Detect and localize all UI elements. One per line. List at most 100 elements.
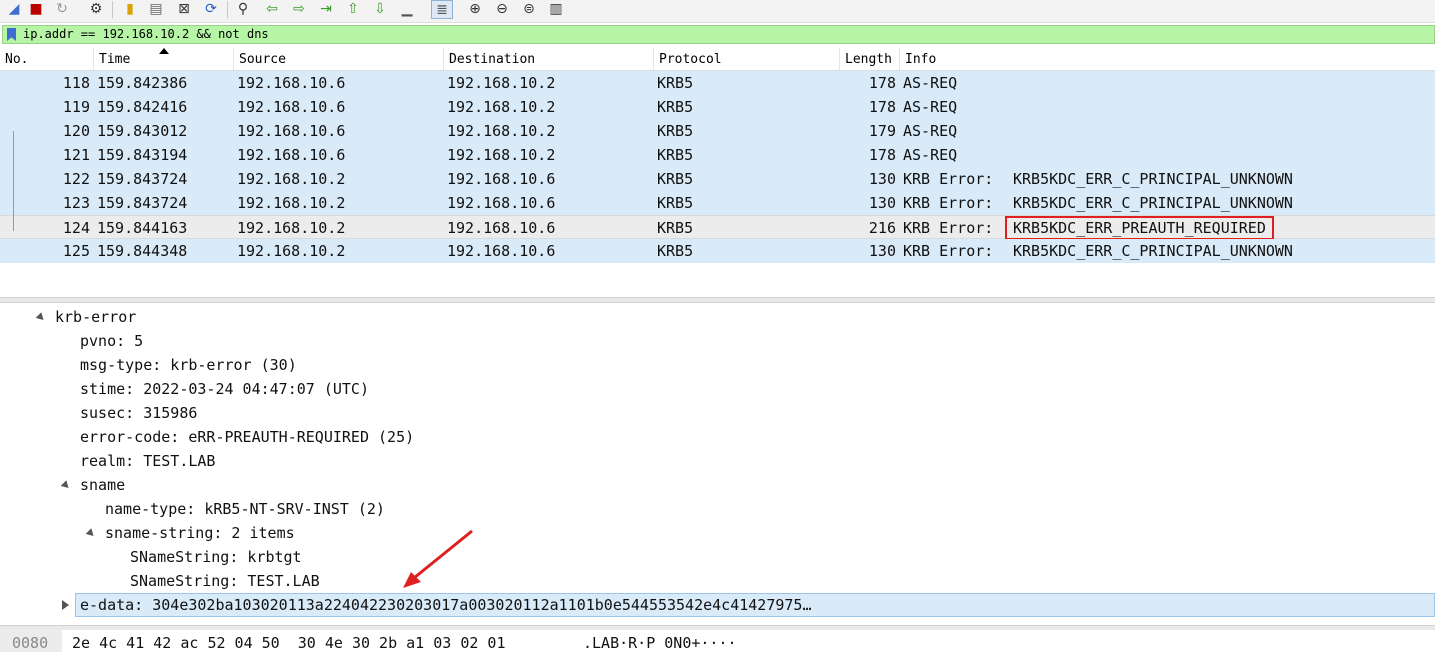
display-filter-input[interactable]: ip.addr == 192.168.10.2 && not dns	[23, 26, 269, 43]
cell-length: 130	[868, 170, 896, 188]
main-toolbar: ◢ ■ ↻ ⚙ ▮ ▤ ⊠ ⟳ ⚲ ⇦ ⇨ ⇥ ⇧ ⇩ ▁ ≣ ⊕ ⊖ ⊜ ▥	[0, 0, 1435, 23]
cell-destination: 192.168.10.6	[447, 219, 556, 237]
packet-list-header: No. Time Source Destination Protocol Len…	[0, 48, 1435, 71]
cell-destination: 192.168.10.6	[447, 194, 556, 212]
resize-columns-icon[interactable]: ▥	[546, 0, 566, 18]
restart-icon[interactable]: ↻	[52, 0, 72, 18]
forward-icon[interactable]: ⇨	[289, 0, 309, 18]
column-header-no[interactable]: No.	[0, 48, 94, 70]
cell-protocol: KRB5	[657, 146, 694, 164]
autoscroll-icon[interactable]: ▁	[397, 0, 417, 18]
cell-destination: 192.168.10.6	[447, 242, 556, 260]
tree-item-error-code[interactable]: error-code: eRR-PREAUTH-REQUIRED (25)	[80, 425, 414, 449]
cell-time: 159.844163	[97, 219, 188, 237]
cell-info: KRB Error:	[903, 219, 994, 237]
cell-length: 178	[868, 146, 896, 164]
tree-item-stime[interactable]: stime: 2022-03-24 04:47:07 (UTC)	[80, 377, 369, 401]
byte-ascii[interactable]: .LAB·R·P 0N0+····	[583, 630, 737, 652]
cell-protocol: KRB5	[657, 170, 694, 188]
tree-item-krb-error[interactable]: krb-error	[55, 305, 136, 329]
tree-item-realm[interactable]: realm: TEST.LAB	[80, 449, 215, 473]
cell-info: AS-REQ	[903, 146, 958, 164]
sort-ascending-icon	[159, 48, 169, 54]
column-header-length[interactable]: Length	[840, 48, 900, 70]
tree-item-name-type[interactable]: name-type: kRB5-NT-SRV-INST (2)	[105, 497, 385, 521]
tree-item-sname-string[interactable]: sname-string: 2 items	[105, 521, 295, 545]
column-header-source[interactable]: Source	[234, 48, 444, 70]
cell-no: 125	[62, 242, 90, 260]
cell-time: 159.842416	[97, 98, 188, 116]
last-packet-icon[interactable]: ⇩	[370, 0, 390, 18]
find-icon[interactable]: ⚲	[233, 0, 253, 18]
cell-length: 130	[868, 242, 896, 260]
pane-splitter[interactable]	[0, 297, 1435, 303]
first-packet-icon[interactable]: ⇧	[343, 0, 363, 18]
cell-length: 178	[868, 74, 896, 92]
expand-triangle-icon[interactable]	[85, 528, 97, 539]
cell-source: 192.168.10.6	[237, 122, 346, 140]
cell-destination: 192.168.10.2	[447, 122, 556, 140]
cell-protocol: KRB5	[657, 194, 694, 212]
cell-info-detail: KRB5KDC_ERR_C_PRINCIPAL_UNKNOWN	[1013, 242, 1293, 260]
tree-item-sname-string-1[interactable]: SNameString: krbtgt	[130, 545, 302, 569]
cell-source: 192.168.10.2	[237, 194, 346, 212]
packet-row[interactable]: 120 159.843012 192.168.10.6 192.168.10.2 KRB…	[0, 119, 1435, 143]
tree-item-sname-string-2[interactable]: SNameString: TEST.LAB	[130, 569, 320, 593]
zoom-out-icon[interactable]: ⊖	[492, 0, 512, 18]
packet-row[interactable]: 121 159.843194 192.168.10.6 192.168.10.2 KRB…	[0, 143, 1435, 167]
cell-protocol: KRB5	[657, 74, 694, 92]
display-filter-bar[interactable]: ip.addr == 192.168.10.2 && not dns	[2, 25, 1435, 44]
zoom-normal-icon[interactable]: ⊜	[519, 0, 539, 18]
highlighted-error-code: KRB5KDC_ERR_PREAUTH_REQUIRED	[1005, 216, 1274, 240]
packet-list: No. Time Source Destination Protocol Len…	[0, 48, 1435, 298]
packet-row[interactable]: 122 159.843724 192.168.10.2 192.168.10.6 KRB…	[0, 167, 1435, 191]
tree-item-msg-type[interactable]: msg-type: krb-error (30)	[80, 353, 297, 377]
go-to-packet-icon[interactable]: ⇥	[316, 0, 336, 18]
conversation-bracket	[13, 131, 26, 231]
column-header-destination[interactable]: Destination	[444, 48, 654, 70]
cell-info: KRB Error:	[903, 170, 994, 188]
packet-row[interactable]: 124 159.844163 192.168.10.2 192.168.10.6 KRB…	[0, 215, 1435, 240]
cell-length: 216	[868, 219, 896, 237]
cell-info: AS-REQ	[903, 74, 958, 92]
tree-item-pvno[interactable]: pvno: 5	[80, 329, 143, 353]
open-icon[interactable]: ▮	[120, 0, 140, 18]
cell-protocol: KRB5	[657, 242, 694, 260]
bookmark-icon[interactable]	[7, 28, 16, 41]
cell-protocol: KRB5	[657, 219, 694, 237]
annotation-arrow	[403, 529, 473, 588]
save-icon[interactable]: ▤	[146, 0, 166, 18]
zoom-in-icon[interactable]: ⊕	[465, 0, 485, 18]
column-header-protocol[interactable]: Protocol	[654, 48, 840, 70]
cell-time: 159.844348	[97, 242, 188, 260]
tree-item-susec[interactable]: susec: 315986	[80, 401, 197, 425]
byte-hex[interactable]: 2e 4c 41 42 ac 52 04 50 30 4e 30 2b a1 0…	[72, 630, 505, 652]
stop-icon[interactable]: ■	[26, 0, 46, 18]
cell-time: 159.843724	[97, 170, 188, 188]
cell-info-detail: KRB5KDC_ERR_C_PRINCIPAL_UNKNOWN	[1013, 170, 1293, 188]
packet-row[interactable]: 119 159.842416 192.168.10.6 192.168.10.2 KRB…	[0, 95, 1435, 119]
cell-info: AS-REQ	[903, 98, 958, 116]
packet-row[interactable]: 118 159.842386 192.168.10.6 192.168.10.2 KRB…	[0, 71, 1435, 95]
expand-triangle-icon[interactable]	[60, 480, 72, 491]
shark-fin-icon[interactable]: ◢	[4, 0, 24, 18]
cell-length: 178	[868, 98, 896, 116]
packet-details: krb-error pvno: 5 msg-type: krb-error (3…	[0, 305, 1435, 625]
cell-time: 159.842386	[97, 74, 188, 92]
tree-item-sname[interactable]: sname	[80, 473, 125, 497]
packet-row[interactable]: 123 159.843724 192.168.10.2 192.168.10.6 KRB…	[0, 191, 1435, 215]
close-icon[interactable]: ⊠	[174, 0, 194, 18]
cell-time: 159.843012	[97, 122, 188, 140]
collapse-triangle-icon[interactable]	[62, 600, 69, 610]
expand-triangle-icon[interactable]	[35, 312, 47, 323]
colorize-icon[interactable]: ≣	[431, 0, 453, 19]
options-icon[interactable]: ⚙	[86, 0, 106, 18]
back-icon[interactable]: ⇦	[262, 0, 282, 18]
tree-item-e-data[interactable]: e-data: 304e302ba103020113a2240422302030…	[80, 593, 812, 617]
column-header-info[interactable]: Info	[900, 48, 1435, 70]
cell-source: 192.168.10.2	[237, 242, 346, 260]
byte-offset: 0080	[0, 630, 62, 652]
reload-icon[interactable]: ⟳	[201, 0, 221, 18]
packet-row[interactable]: 125 159.844348 192.168.10.2 192.168.10.6 KRB…	[0, 239, 1435, 263]
cell-destination: 192.168.10.2	[447, 98, 556, 116]
